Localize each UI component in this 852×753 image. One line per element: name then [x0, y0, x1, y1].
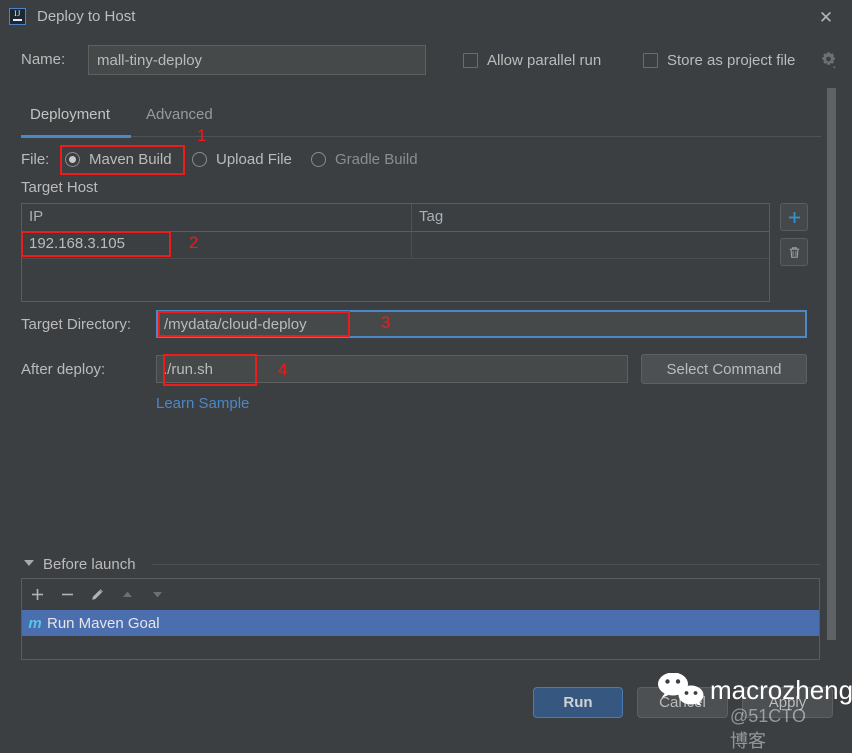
radio-upload-file-label: Upload File — [216, 151, 292, 168]
before-launch-title: Before launch — [43, 556, 136, 573]
allow-parallel-run-label: Allow parallel run — [487, 52, 602, 69]
plus-icon — [788, 211, 800, 223]
radio-gradle-build[interactable]: Gradle Build — [311, 151, 418, 168]
store-as-project-file-label: Store as project file — [667, 52, 796, 69]
after-deploy-input[interactable] — [156, 355, 628, 383]
file-row: File: Maven Build Upload File Gradle Bui… — [0, 148, 852, 174]
learn-sample-link[interactable]: Learn Sample — [156, 395, 249, 412]
minus-icon — [61, 593, 73, 596]
radio-upload-file[interactable]: Upload File — [192, 151, 292, 168]
chevron-down-icon[interactable] — [24, 560, 34, 566]
target-host-table[interactable]: IP Tag 192.168.3.105 — [21, 203, 770, 302]
add-task-button[interactable] — [22, 580, 52, 610]
arrow-down-icon — [152, 592, 162, 598]
column-header-tag[interactable]: Tag — [412, 204, 769, 231]
radio-maven-build-label: Maven Build — [89, 151, 172, 168]
name-label: Name: — [21, 51, 66, 68]
tab-separator — [131, 136, 821, 137]
cancel-button[interactable]: Cancel — [637, 687, 728, 718]
name-input[interactable] — [88, 45, 426, 75]
deploy-to-host-dialog: IJ Deploy to Host ✕ Name: Allow parallel… — [0, 0, 852, 751]
move-up-button[interactable] — [112, 580, 142, 610]
app-icon-letters: IJ — [14, 9, 21, 18]
table-row[interactable]: 192.168.3.105 — [22, 232, 769, 259]
scrollbar-thumb[interactable] — [827, 88, 836, 640]
radio-indicator — [65, 152, 80, 167]
apply-button[interactable]: Apply — [742, 687, 833, 718]
radio-indicator — [311, 152, 326, 167]
target-directory-input[interactable] — [156, 310, 807, 338]
title-bar: IJ Deploy to Host ✕ — [0, 0, 852, 33]
allow-parallel-run-checkbox[interactable]: Allow parallel run — [463, 52, 601, 69]
pencil-icon — [92, 588, 103, 600]
edit-task-button[interactable] — [82, 580, 112, 610]
radio-indicator — [192, 152, 207, 167]
add-host-button[interactable] — [780, 203, 808, 231]
list-item-label: Run Maven Goal — [47, 614, 160, 632]
select-command-button[interactable]: Select Command — [641, 354, 807, 384]
after-deploy-label: After deploy: — [21, 361, 106, 378]
before-launch-divider — [152, 564, 820, 565]
target-directory-label: Target Directory: — [21, 316, 132, 333]
tab-bar: Deployment Advanced — [0, 106, 852, 138]
trash-icon — [789, 246, 799, 258]
cell-tag[interactable] — [412, 232, 769, 258]
arrow-up-icon — [122, 591, 132, 597]
radio-maven-build[interactable]: Maven Build — [65, 151, 172, 168]
gear-icon[interactable] — [820, 51, 839, 70]
before-launch-toolbar — [21, 578, 820, 610]
intellij-idea-icon: IJ — [9, 8, 26, 25]
cell-ip[interactable]: 192.168.3.105 — [22, 232, 412, 258]
app-icon-underbar — [13, 19, 22, 21]
store-as-project-file-checkbox[interactable]: Store as project file — [643, 52, 795, 69]
column-header-ip[interactable]: IP — [22, 204, 412, 231]
before-launch-list[interactable]: m Run Maven Goal — [21, 610, 820, 660]
window-title: Deploy to Host — [37, 8, 136, 25]
checkbox-box — [643, 53, 658, 68]
move-down-button[interactable] — [142, 580, 172, 610]
remove-task-button[interactable] — [52, 580, 82, 610]
maven-icon: m — [28, 614, 42, 632]
delete-host-button[interactable] — [780, 238, 808, 266]
plus-icon — [31, 589, 43, 600]
tab-advanced[interactable]: Advanced — [146, 106, 213, 131]
tab-active-underline — [21, 135, 131, 138]
file-label: File: — [21, 151, 50, 168]
close-icon[interactable]: ✕ — [813, 4, 839, 30]
radio-gradle-build-label: Gradle Build — [335, 151, 418, 168]
target-host-label: Target Host — [21, 179, 98, 196]
run-button[interactable]: Run — [533, 687, 623, 718]
tab-deployment[interactable]: Deployment — [30, 106, 110, 131]
list-item[interactable]: m Run Maven Goal — [22, 610, 819, 636]
table-header-row: IP Tag — [22, 204, 769, 232]
checkbox-box — [463, 53, 478, 68]
